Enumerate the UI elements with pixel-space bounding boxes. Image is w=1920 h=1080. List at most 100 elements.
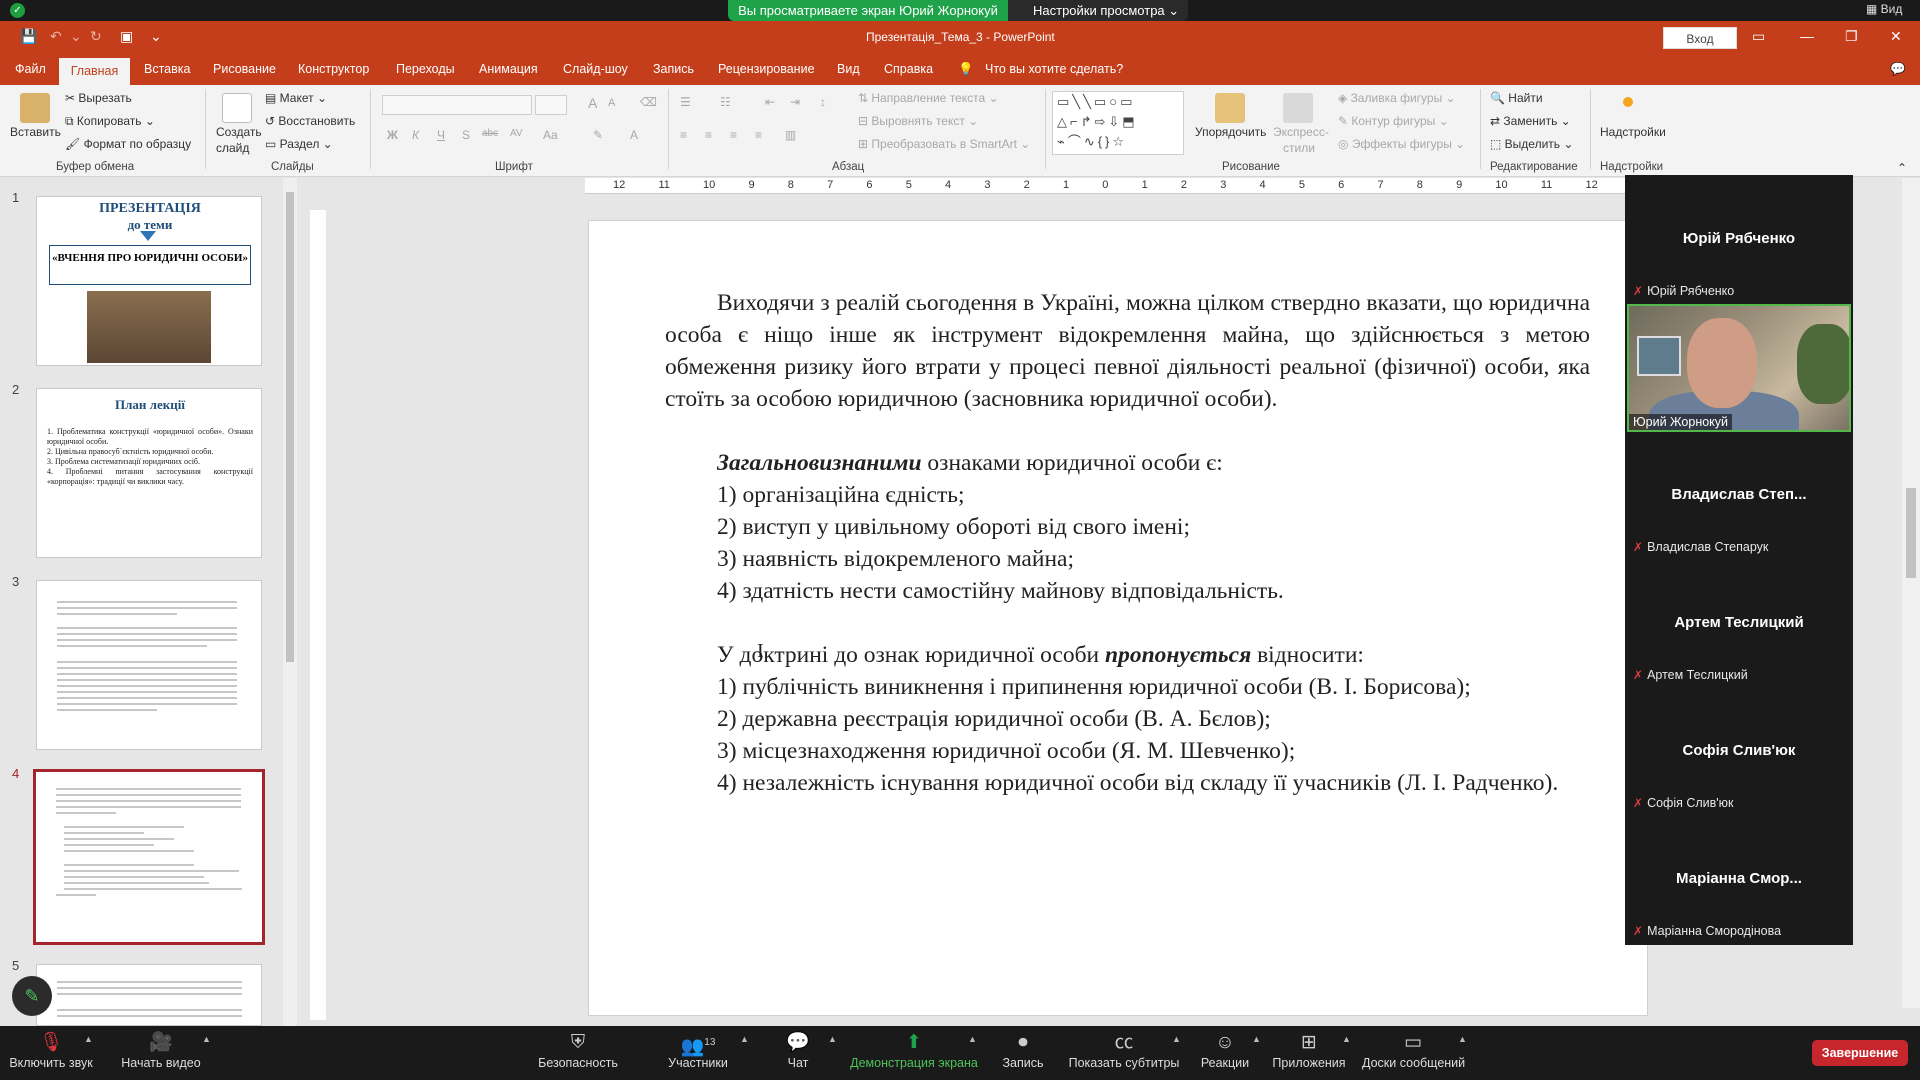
chevron-up-icon[interactable]: ▲ [740, 1034, 749, 1044]
align-left-icon[interactable]: ≡ [680, 128, 687, 142]
slide-canvas[interactable]: Виходячи з реалій сьогодення в Україні, … [588, 220, 1648, 1016]
whiteboards-button[interactable]: ▭ Доски сообщений ▲ [1362, 1026, 1467, 1080]
record-button[interactable]: ⏺ Запись [1000, 1026, 1046, 1080]
text-direction-button[interactable]: ⇅ Направление текста ⌄ [858, 91, 999, 105]
reset-button[interactable]: ↺ Восстановить [265, 114, 355, 128]
chevron-up-icon[interactable]: ▲ [1172, 1034, 1181, 1044]
shapes-gallery[interactable]: ▭╲╲▭○▭ △⌐↱⇨⇩⬒ ⌁⌒∿{}☆ [1052, 91, 1184, 155]
shape-effects-button[interactable]: ◎ Эффекты фигуры ⌄ [1338, 137, 1465, 151]
highlight-icon[interactable]: ✎ [593, 128, 603, 142]
save-icon[interactable]: 💾 [20, 28, 37, 45]
paste-icon[interactable] [20, 93, 50, 123]
arrange-icon[interactable] [1215, 93, 1245, 123]
share-screen-button[interactable]: ⬆ Демонстрация экрана ▲ [850, 1026, 978, 1080]
strikethrough-button[interactable]: abc [482, 128, 498, 139]
replace-button[interactable]: ⇄ Заменить ⌄ [1490, 114, 1571, 128]
chevron-up-icon[interactable]: ▲ [1342, 1034, 1351, 1044]
dropdown-icon[interactable]: ⌄ [70, 28, 82, 45]
find-button[interactable]: 🔍 Найти [1490, 91, 1543, 105]
change-case-button[interactable]: Aa [543, 128, 558, 142]
captions-button[interactable]: ㏄ Показать субтитры ▲ [1068, 1026, 1181, 1080]
scrollbar-thumb[interactable] [1906, 488, 1916, 578]
restore-icon[interactable]: ❐ [1845, 28, 1858, 45]
undo-icon[interactable]: ↶ [50, 28, 62, 45]
shadow-button[interactable]: S [462, 128, 470, 142]
slide-text-box[interactable]: Виходячи з реалій сьогодення в Україні, … [665, 287, 1590, 799]
scrollbar-thumb[interactable] [286, 192, 294, 662]
close-icon[interactable]: ✕ [1890, 28, 1902, 45]
select-button[interactable]: ⬚ Выделить ⌄ [1490, 137, 1573, 151]
slide-thumbnail-3[interactable] [36, 580, 262, 750]
align-right-icon[interactable]: ≡ [730, 128, 737, 142]
signin-button[interactable]: Вход [1663, 27, 1737, 49]
view-button[interactable]: ▦ Вид [1866, 2, 1902, 16]
slide-thumbnail-4-selected[interactable] [33, 769, 265, 945]
ribbon-display-icon[interactable]: ▭ [1752, 28, 1765, 45]
align-center-icon[interactable]: ≡ [705, 128, 712, 142]
customize-qat-icon[interactable]: ⌄ [150, 28, 162, 45]
chevron-up-icon[interactable]: ▲ [84, 1034, 93, 1044]
smartart-button[interactable]: ⊞ Преобразовать в SmartArt ⌄ [858, 137, 1030, 151]
slide-thumbnail-1[interactable]: ПРЕЗЕНТАЦІЯ до теми «ВЧЕННЯ ПРО ЮРИДИЧНІ… [36, 196, 262, 366]
layout-button[interactable]: ▤ Макет ⌄ [265, 91, 327, 105]
end-meeting-button[interactable]: Завершение [1812, 1040, 1908, 1066]
redo-icon[interactable]: ↻ [90, 28, 102, 45]
bold-button[interactable]: Ж [387, 128, 398, 142]
shape-outline-button[interactable]: ✎ Контур фигуры ⌄ [1338, 114, 1449, 128]
grow-font-button[interactable]: A [588, 95, 597, 111]
section-button[interactable]: ▭ Раздел ⌄ [265, 137, 333, 151]
shape-fill-button[interactable]: ◈ Заливка фигуры ⌄ [1338, 91, 1456, 105]
apps-button[interactable]: ⊞ Приложения ▲ [1272, 1026, 1351, 1080]
active-speaker-video[interactable]: Юрий Жорнокуй [1627, 304, 1851, 432]
new-slide-label-1[interactable]: Создать [216, 125, 262, 139]
shield-icon[interactable]: ✓ [10, 3, 25, 18]
addins-icon[interactable] [1623, 97, 1633, 107]
tab-file[interactable]: Файл [15, 62, 46, 76]
tab-home[interactable]: Главная [59, 58, 130, 85]
font-size-select[interactable] [535, 95, 567, 115]
decrease-indent-icon[interactable]: ⇤ [765, 95, 775, 109]
tab-help[interactable]: Справка [884, 62, 933, 76]
addins-button[interactable]: Надстройки [1600, 125, 1666, 139]
thumbnail-scrollbar[interactable] [283, 178, 297, 1026]
security-button[interactable]: ⛨ Безопасность [538, 1026, 618, 1080]
italic-button[interactable]: К [412, 128, 419, 142]
numbering-icon[interactable]: ☷ [720, 95, 731, 109]
chevron-up-icon[interactable]: ▲ [1252, 1034, 1261, 1044]
quick-styles-label-2[interactable]: стили [1283, 141, 1315, 155]
chevron-up-icon[interactable]: ▲ [828, 1034, 837, 1044]
chevron-up-icon[interactable]: ▲ [202, 1034, 211, 1044]
arrange-button[interactable]: Упорядочить [1195, 125, 1266, 139]
font-color-button[interactable]: A [630, 128, 638, 142]
copy-button[interactable]: ⧉ Копировать ⌄ [65, 114, 155, 129]
chevron-up-icon[interactable]: ▲ [968, 1034, 977, 1044]
slideshow-icon[interactable]: ▣ [120, 28, 133, 45]
underline-button[interactable]: Ч [437, 128, 445, 142]
slide-thumbnail-2[interactable]: План лекції 1. Проблематика конструкції … [36, 388, 262, 558]
spacing-button[interactable]: AV [510, 128, 523, 139]
line-spacing-icon[interactable]: ↕ [820, 95, 826, 109]
chat-button[interactable]: 💬 Чат ▲ [778, 1026, 837, 1080]
align-text-button[interactable]: ⊟ Выровнять текст ⌄ [858, 114, 978, 128]
tab-transitions[interactable]: Переходы [396, 62, 455, 76]
new-slide-icon[interactable] [222, 93, 252, 123]
quick-styles-icon[interactable] [1283, 93, 1313, 123]
start-video-button[interactable]: 🎥 Начать видео ▲ [118, 1026, 211, 1080]
minimize-icon[interactable]: — [1800, 28, 1814, 44]
tab-review[interactable]: Рецензирование [718, 62, 815, 76]
view-settings-button[interactable]: Настройки просмотра ⌄ [1008, 0, 1188, 21]
comments-icon[interactable]: 💬 [1890, 62, 1906, 77]
tab-draw[interactable]: Рисование [213, 62, 276, 76]
reactions-button[interactable]: ☺ Реакции ▲ [1200, 1026, 1261, 1080]
tab-slideshow[interactable]: Слайд-шоу [563, 62, 628, 76]
tell-me-input[interactable]: Что вы хотите сделать? [985, 62, 1123, 76]
unmute-button[interactable]: 🎙 Включить звук ▲ [8, 1026, 94, 1080]
tab-record[interactable]: Запись [653, 62, 694, 76]
cut-button[interactable]: ✂ Вырезать [65, 91, 132, 105]
columns-icon[interactable]: ▥ [785, 128, 796, 142]
annotate-pen-icon[interactable]: ✎ [12, 976, 52, 1016]
quick-styles-label-1[interactable]: Экспресс- [1273, 125, 1329, 139]
tab-insert[interactable]: Вставка [144, 62, 190, 76]
increase-indent-icon[interactable]: ⇥ [790, 95, 800, 109]
bullets-icon[interactable]: ☰ [680, 95, 691, 109]
